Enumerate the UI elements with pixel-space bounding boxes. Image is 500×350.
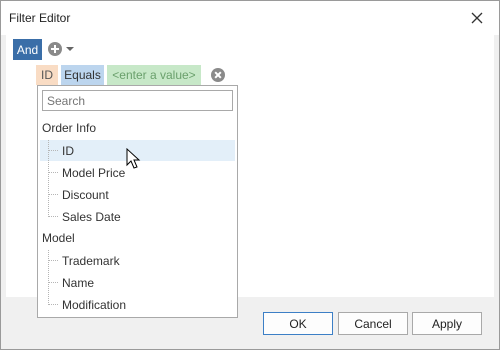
tree-item-label: Trademark bbox=[62, 254, 120, 268]
tree-item-label: Sales Date bbox=[62, 210, 121, 224]
tree-guide bbox=[48, 194, 58, 195]
tree-item-trademark[interactable]: Trademark bbox=[40, 250, 235, 271]
window-title: Filter Editor bbox=[9, 11, 71, 25]
search-input[interactable] bbox=[42, 90, 233, 111]
tree-guide bbox=[48, 260, 58, 261]
tree-item-modification[interactable]: Modification bbox=[40, 294, 235, 315]
remove-icon[interactable] bbox=[211, 68, 225, 82]
tree-guide bbox=[48, 282, 58, 283]
close-icon bbox=[471, 12, 483, 24]
ok-button[interactable]: OK bbox=[263, 312, 333, 335]
tree-item-sales-date[interactable]: Sales Date bbox=[40, 206, 235, 227]
close-button[interactable] bbox=[463, 5, 491, 31]
add-circle-icon bbox=[48, 42, 62, 56]
tree-item-label: Model Price bbox=[62, 166, 126, 180]
mouse-pointer-icon bbox=[126, 148, 141, 169]
tree-item-label: ID bbox=[62, 144, 74, 158]
title-bar: Filter Editor bbox=[1, 1, 499, 35]
condition-value[interactable]: <enter a value> bbox=[107, 65, 201, 85]
tree-item-label: Name bbox=[62, 276, 95, 290]
tree-item-label: Discount bbox=[62, 188, 109, 202]
condition-field[interactable]: ID bbox=[36, 65, 58, 85]
condition-operator[interactable]: Equals bbox=[61, 65, 104, 85]
group-operator-button[interactable]: And bbox=[13, 39, 42, 60]
tree-guide bbox=[48, 304, 58, 305]
chevron-down-icon bbox=[66, 47, 74, 51]
tree-item-label: Modification bbox=[62, 298, 127, 312]
tree-group-model[interactable]: Model bbox=[42, 231, 75, 245]
field-dropdown: Order Info ID Model Price Discount Sales… bbox=[37, 85, 238, 318]
tree-guide bbox=[48, 216, 58, 217]
cancel-button[interactable]: Cancel bbox=[338, 312, 408, 335]
tree-item-discount[interactable]: Discount bbox=[40, 184, 235, 205]
add-condition-button[interactable] bbox=[48, 41, 78, 57]
tree-item-name[interactable]: Name bbox=[40, 272, 235, 293]
apply-button[interactable]: Apply bbox=[412, 312, 482, 335]
filter-editor-window: Filter Editor And ID Equals <enter a val… bbox=[0, 0, 500, 350]
tree-guide bbox=[48, 172, 58, 173]
tree-guide bbox=[48, 150, 58, 151]
tree-group-order-info[interactable]: Order Info bbox=[42, 121, 96, 135]
